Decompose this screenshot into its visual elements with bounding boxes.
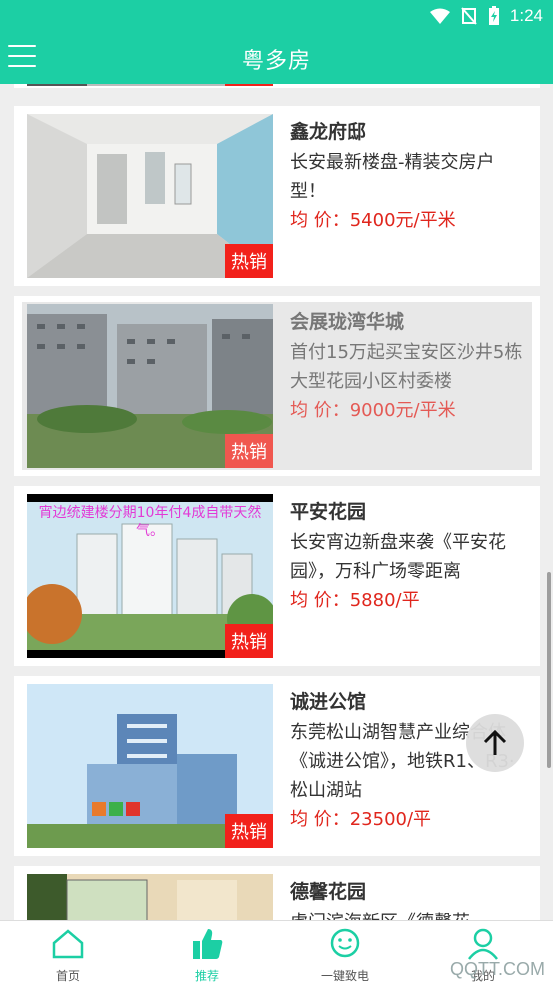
listing-price: 均 价：9000元/平米 [290, 400, 456, 421]
user-icon [468, 928, 498, 960]
listing-image: 热销 [27, 684, 273, 848]
tab-home[interactable]: 首页 [18, 927, 118, 983]
chat-smile-icon [330, 928, 360, 958]
hot-badge: 热销 [225, 434, 273, 468]
hot-badge: 热销 [225, 244, 273, 278]
no-signal-icon [461, 7, 477, 25]
thumbs-up-icon [193, 929, 223, 959]
battery-charging-icon [488, 6, 499, 25]
banner-text: 宵边统建楼分期10年付4成自带天然气。 [38, 505, 262, 539]
listing-desc: 长安宵边新盘来袭《平安花园》，万科广场零距离 [290, 532, 506, 582]
bottom-nav: 首页 推荐 一键致电 我的 QQTT.COM [0, 920, 553, 983]
listing-image [27, 874, 273, 920]
arrow-up-icon [483, 729, 507, 755]
watermark: QQTT.COM [450, 959, 545, 979]
status-time: 1:24 [509, 6, 543, 25]
listing-desc: 首付15万起买宝安区沙井5栋大型花园小区村委楼 [290, 342, 523, 392]
status-bar: 1:24 [0, 0, 553, 31]
tab-recommend[interactable]: 推荐 [157, 927, 257, 983]
scroll-to-top-button[interactable] [466, 714, 524, 772]
listing-name: 鑫龙府邸 [290, 121, 367, 143]
tab-label: 首页 [55, 969, 80, 983]
tab-label: 一键致电 [320, 969, 369, 983]
hot-badge: 热销 [225, 814, 273, 848]
app-bar: 粤多房 [0, 31, 553, 84]
listing-name: 诚进公馆 [290, 691, 367, 713]
listing-image: 热销 [27, 114, 273, 278]
home-icon [52, 929, 84, 959]
listing-price: 均 价：23500/平 [290, 809, 432, 830]
page-title: 粤多房 [241, 49, 311, 74]
listing-list[interactable]: 热销 鑫龙府邸 长安最新楼盘-精装交房户型！ 均 价：5400元/平米 热销 会… [0, 84, 553, 920]
status-icons: 1:24 [429, 4, 543, 28]
listing-name: 会展珑湾华城 [290, 311, 405, 333]
listing-card[interactable]: 热销 鑫龙府邸 长安最新楼盘-精装交房户型！ 均 价：5400元/平米 [14, 106, 540, 286]
listing-image [27, 84, 273, 86]
listing-price: 均 价：5400元/平米 [290, 210, 456, 231]
listing-image: 热销 [27, 304, 273, 468]
wifi-icon [429, 8, 450, 24]
listing-desc: 虎门滨海新区《德馨花 [290, 908, 530, 920]
listing-card-selected[interactable]: 热销 会展珑湾华城 首付15万起买宝安区沙井5栋大型花园小区村委楼 均 价：90… [14, 296, 540, 476]
listing-name: 平安花园 [290, 501, 367, 523]
listing-image: 宵边统建楼分期10年付4成自带天然气。 热销 [27, 494, 273, 658]
listing-card-partial[interactable] [14, 84, 540, 88]
hot-badge: 热销 [225, 624, 273, 658]
listing-desc: 长安最新楼盘-精装交房户型！ [290, 152, 495, 202]
tab-label: 推荐 [194, 969, 219, 983]
listing-card[interactable]: 热销 诚进公馆 东莞松山湖智慧产业综合体《诚进公馆》，地铁R1、R3·松山湖站 … [14, 676, 540, 856]
scrollbar-thumb[interactable] [547, 572, 551, 768]
tab-call[interactable]: 一键致电 [295, 927, 395, 983]
listing-name: 德馨花园 [290, 881, 367, 903]
listing-price: 均 价：5880/平 [290, 590, 420, 611]
listing-card[interactable]: 德馨花园 虎门滨海新区《德馨花 [14, 866, 540, 920]
listing-card[interactable]: 宵边统建楼分期10年付4成自带天然气。 热销 平安花园 长安宵边新盘来袭《平安花… [14, 486, 540, 666]
